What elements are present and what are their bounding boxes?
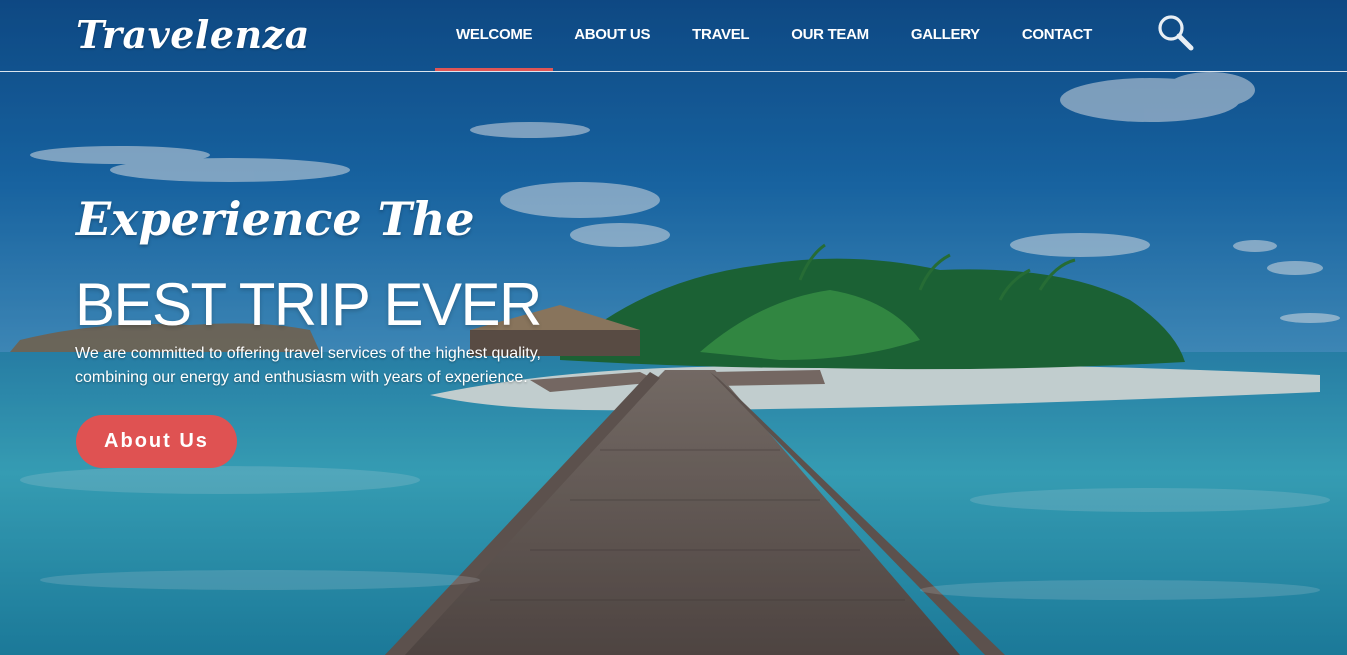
hero-tagline-line-1: We are committed to offering travel serv…: [75, 345, 541, 362]
nav-item-gallery[interactable]: GALLERY: [890, 0, 1001, 71]
hero-eyebrow: Experience The: [76, 192, 475, 246]
top-navbar: Travelenza WELCOME ABOUT US TRAVEL OUR T…: [0, 0, 1347, 72]
nav-item-our-team[interactable]: OUR TEAM: [770, 0, 890, 71]
nav-item-about-us[interactable]: ABOUT US: [553, 0, 671, 71]
main-nav: WELCOME ABOUT US TRAVEL OUR TEAM GALLERY…: [435, 0, 1113, 71]
nav-item-contact[interactable]: CONTACT: [1001, 0, 1113, 71]
search-icon[interactable]: [1156, 13, 1196, 53]
hero-headline: BEST TRIP EVER: [75, 271, 542, 338]
about-us-button[interactable]: About Us: [76, 415, 237, 468]
nav-item-travel[interactable]: TRAVEL: [671, 0, 770, 71]
nav-item-welcome[interactable]: WELCOME: [435, 0, 554, 71]
hero-tagline: We are committed to offering travel serv…: [75, 342, 635, 390]
site-logo[interactable]: Travelenza: [76, 12, 310, 57]
hero-tagline-line-2: combining our energy and enthusiasm with…: [75, 369, 528, 386]
